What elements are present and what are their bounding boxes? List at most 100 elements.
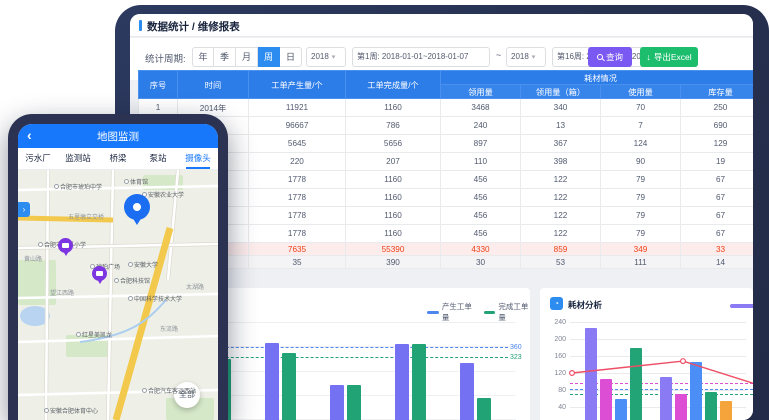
- title-accent-bar: [139, 20, 142, 31]
- map-label: 合肥科技馆: [114, 276, 150, 285]
- table-cell: 67: [681, 207, 754, 225]
- bar-group2: [675, 394, 687, 420]
- poi-dot-icon: [128, 296, 133, 301]
- bar-完成工单量: [477, 398, 491, 420]
- table-cell: 67: [681, 189, 754, 207]
- chart-icon: ◔: [550, 297, 563, 310]
- bar-group2: [690, 362, 702, 420]
- year-from-select[interactable]: 2018▾: [306, 47, 346, 67]
- map-label: 安徽大学: [128, 260, 158, 269]
- table-cell: 124: [601, 135, 681, 153]
- period-segmented-control: 年季月周日: [192, 47, 302, 67]
- bar-完成工单量: [347, 385, 361, 420]
- table-cell: 390: [346, 256, 441, 269]
- export-excel-button[interactable]: ↓ 导出Excel: [640, 47, 698, 67]
- table-cell: 14: [681, 256, 754, 269]
- camera-marker-icon[interactable]: [92, 266, 107, 281]
- search-icon: [597, 54, 603, 60]
- table-cell: 456: [441, 189, 521, 207]
- summary-row-average: 平均值35390305311114: [139, 256, 754, 269]
- year-to-select[interactable]: 2018▾: [506, 47, 546, 67]
- period-label: 统计周期:: [145, 51, 186, 65]
- chart-legend: 产生工单量完成工单量: [427, 301, 530, 323]
- camera-marker-icon[interactable]: [58, 238, 73, 253]
- bar-group2: [720, 401, 732, 420]
- map-label: 望江西路: [50, 288, 74, 297]
- table-cell: 1778: [249, 189, 346, 207]
- map-view[interactable]: › 全部 合肥市琥珀中学体育馆安徽农业大学五里墩立交桥合肥市宁溪小学琥珀广场安徽…: [18, 170, 218, 420]
- table-cell: 67: [681, 225, 754, 243]
- table-cell: 33: [681, 243, 754, 256]
- bar-group1: [630, 348, 642, 420]
- table-cell: 207: [346, 153, 441, 171]
- location-marker-icon[interactable]: [124, 194, 150, 220]
- y-axis-label: 120: [540, 370, 566, 377]
- phone-page-title: 地图监测: [18, 129, 218, 144]
- table-cell: 70: [601, 99, 681, 117]
- table-cell: 3468: [441, 99, 521, 117]
- table-cell: 340: [521, 99, 601, 117]
- table-cell: 30: [441, 256, 521, 269]
- table-cell: 79: [601, 171, 681, 189]
- table-cell: 1160: [346, 171, 441, 189]
- table-row: 12014年119211160346834070250: [139, 99, 754, 117]
- period-option-日[interactable]: 日: [280, 47, 302, 67]
- phone-tab-污水厂[interactable]: 污水厂: [18, 148, 58, 169]
- period-option-月[interactable]: 月: [236, 47, 258, 67]
- table-cell: 897: [441, 135, 521, 153]
- reference-line-label: 323: [510, 354, 522, 361]
- bar-group2: [660, 377, 672, 420]
- col-header-consumables-group: 耗材情况: [441, 71, 754, 85]
- week-from-select[interactable]: 第1周: 2018-01-01~2018-01-07: [352, 47, 490, 67]
- table-cell: 398: [521, 153, 601, 171]
- table-cell: 1160: [346, 99, 441, 117]
- table-cell: 55390: [346, 243, 441, 256]
- chart-title: 耗材分析: [568, 299, 602, 311]
- legend-item[interactable]: 产生工单量: [427, 301, 474, 323]
- search-button[interactable]: 查询: [588, 47, 632, 67]
- phone-tab-桥梁[interactable]: 桥梁: [98, 148, 138, 169]
- table-cell: 456: [441, 171, 521, 189]
- period-option-年[interactable]: 年: [192, 47, 214, 67]
- poi-dot-icon: [44, 408, 49, 413]
- map-label: 合肥市琥珀中学: [54, 182, 102, 191]
- col-header-index: 序号: [139, 71, 178, 99]
- col-subheader: 库存量: [681, 85, 754, 99]
- table-cell: 456: [441, 225, 521, 243]
- map-label: 黄山路: [24, 254, 42, 263]
- summary-row-total: 合计763555390433085934933: [139, 243, 754, 256]
- map-pond: [20, 306, 50, 326]
- table-cell: 129: [681, 135, 754, 153]
- phone-tab-摄像头[interactable]: 摄像头: [178, 148, 218, 169]
- poi-dot-icon: [124, 179, 129, 184]
- col-subheader: 使用量: [601, 85, 681, 99]
- table-cell: 5656: [346, 135, 441, 153]
- period-option-周[interactable]: 周: [258, 47, 280, 67]
- map-label: 东流路: [160, 324, 178, 333]
- table-cell: 122: [521, 207, 601, 225]
- phone-tab-监测站[interactable]: 监测站: [58, 148, 98, 169]
- table-cell: 349: [601, 243, 681, 256]
- bar-group1: [600, 379, 612, 420]
- table-cell: 79: [601, 207, 681, 225]
- table-cell: 13: [521, 117, 601, 135]
- table-cell: 690: [681, 117, 754, 135]
- map-park-area: [143, 175, 183, 190]
- table-cell: 111: [601, 256, 681, 269]
- bar-完成工单量: [282, 353, 296, 420]
- table-row: 5177811604561227967: [139, 171, 754, 189]
- phone-tab-泵站[interactable]: 泵站: [138, 148, 178, 169]
- expand-handle[interactable]: ›: [18, 202, 30, 217]
- table-row: 6177811604561227967: [139, 189, 754, 207]
- table-cell: 90: [601, 153, 681, 171]
- table-cell: 110: [441, 153, 521, 171]
- y-axis-label: 160: [540, 353, 566, 360]
- period-option-季[interactable]: 季: [214, 47, 236, 67]
- map-label: 合肥汽车客运西站: [142, 386, 196, 395]
- table-cell: 5645: [249, 135, 346, 153]
- map-label: 体育馆: [124, 177, 148, 186]
- table-row: 42202071103989019: [139, 153, 754, 171]
- chevron-down-icon: ▾: [332, 54, 336, 61]
- phone-device: ‹ 地图监测 污水厂监测站桥梁泵站摄像头: [8, 114, 228, 420]
- legend-item[interactable]: 完成工单量: [484, 301, 531, 323]
